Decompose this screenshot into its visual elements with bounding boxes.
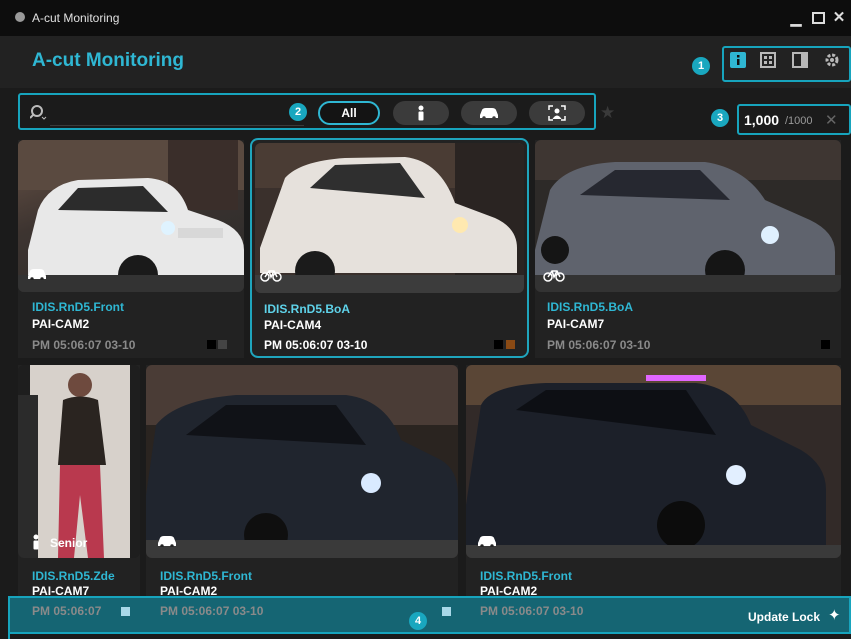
vehicle-thumbnail (466, 365, 841, 558)
result-card-selected[interactable]: IDIS.RnD5.BoA PAI-CAM4 PM 05:06:07 03-10 (250, 138, 529, 358)
vehicle-thumbnail (18, 140, 244, 292)
face-icon (548, 105, 566, 121)
marker-3: 3 (711, 109, 729, 127)
app-logo-icon (15, 12, 25, 22)
result-count-current: 1,000 (744, 112, 780, 128)
card-site: IDIS.RnD5.Front (480, 569, 572, 583)
car-icon (158, 536, 176, 547)
result-card[interactable]: IDIS.RnD5.Front PAI-CAM2 (146, 365, 458, 598)
vehicle-thumbnail (146, 365, 458, 558)
search-icon[interactable] (30, 104, 48, 122)
clear-count-icon[interactable]: ✕ (825, 111, 838, 129)
card-time: PM 05:06:07 03-10 (160, 604, 264, 618)
result-count-box: 1,000 /1000 ✕ (737, 104, 851, 135)
star-icon[interactable]: ★ (600, 103, 615, 123)
maximize-button[interactable] (808, 8, 828, 28)
car-icon (480, 108, 498, 119)
vehicle-thumbnail (255, 143, 524, 293)
filter-face-button[interactable] (529, 101, 585, 125)
marker-2: 2 (289, 103, 307, 121)
color-swatch (218, 340, 227, 349)
card-camera: PAI-CAM4 (264, 318, 322, 332)
update-lock-bar: PM 05:06:07 PM 05:06:07 03-10 PM 05:06:0… (8, 596, 851, 634)
color-swatch (207, 340, 216, 349)
result-card[interactable]: IDIS.RnD5.Front PAI-CAM2 (466, 365, 841, 598)
card-site: IDIS.RnD5.Zde (32, 569, 115, 583)
marker-1: 1 (692, 57, 710, 75)
page-title: A-cut Monitoring (32, 50, 184, 71)
result-card[interactable]: IDIS.RnD5.BoA PAI-CAM7 PM 05:06:07 03-10 (535, 140, 841, 358)
car-icon (28, 269, 46, 280)
grid-icon[interactable] (760, 52, 776, 68)
card-site: IDIS.RnD5.BoA (264, 302, 351, 316)
filter-person-button[interactable] (393, 101, 449, 125)
result-card[interactable]: Senior IDIS.RnD5.Zde PAI-CAM7 (18, 365, 140, 598)
card-time: PM 05:06:07 03-10 (547, 338, 651, 352)
bicycle-icon (260, 270, 282, 282)
filter-car-button[interactable] (461, 101, 517, 125)
car-icon (478, 536, 496, 547)
card-camera: PAI-CAM7 (547, 317, 605, 331)
filter-all-button[interactable]: All (318, 101, 380, 125)
card-site: IDIS.RnD5.Front (32, 300, 124, 314)
card-site: IDIS.RnD5.Front (160, 569, 252, 583)
bicycle-icon (543, 270, 565, 282)
gear-icon[interactable] (824, 52, 840, 68)
marker-4: 4 (409, 612, 427, 630)
minimize-button[interactable]: ▁ (786, 8, 806, 28)
color-swatch (821, 340, 830, 349)
panel-icon[interactable] (792, 52, 808, 68)
vehicle-thumbnail (535, 140, 841, 292)
color-swatch (506, 340, 515, 349)
result-card[interactable]: IDIS.RnD5.Front PAI-CAM2 PM 05:06:07 03-… (18, 140, 244, 358)
search-input[interactable] (50, 105, 304, 126)
info-icon[interactable] (730, 52, 746, 68)
result-count-total: /1000 (785, 115, 813, 127)
card-site: IDIS.RnD5.BoA (547, 300, 634, 314)
search-filter-bar: All (18, 93, 596, 130)
color-swatch (121, 607, 130, 616)
card-time: PM 05:06:07 (32, 604, 102, 618)
window-title-bar: A-cut Monitoring ▁ ✕ (0, 0, 851, 36)
card-time: PM 05:06:07 03-10 (32, 338, 136, 352)
update-lock-label[interactable]: Update Lock (748, 610, 820, 624)
close-button[interactable]: ✕ (829, 8, 849, 28)
color-swatch (442, 607, 451, 616)
card-time: PM 05:06:07 03-10 (264, 338, 368, 352)
age-badge: Senior (50, 536, 88, 550)
card-camera: PAI-CAM2 (32, 317, 90, 331)
color-swatch (494, 340, 503, 349)
person-thumbnail (18, 365, 140, 558)
card-time: PM 05:06:07 03-10 (480, 604, 584, 618)
resize-edge (8, 596, 10, 639)
window-title: A-cut Monitoring (32, 11, 120, 25)
person-icon (33, 534, 39, 550)
person-icon (418, 105, 424, 121)
pin-icon[interactable]: ✦ (828, 606, 841, 624)
